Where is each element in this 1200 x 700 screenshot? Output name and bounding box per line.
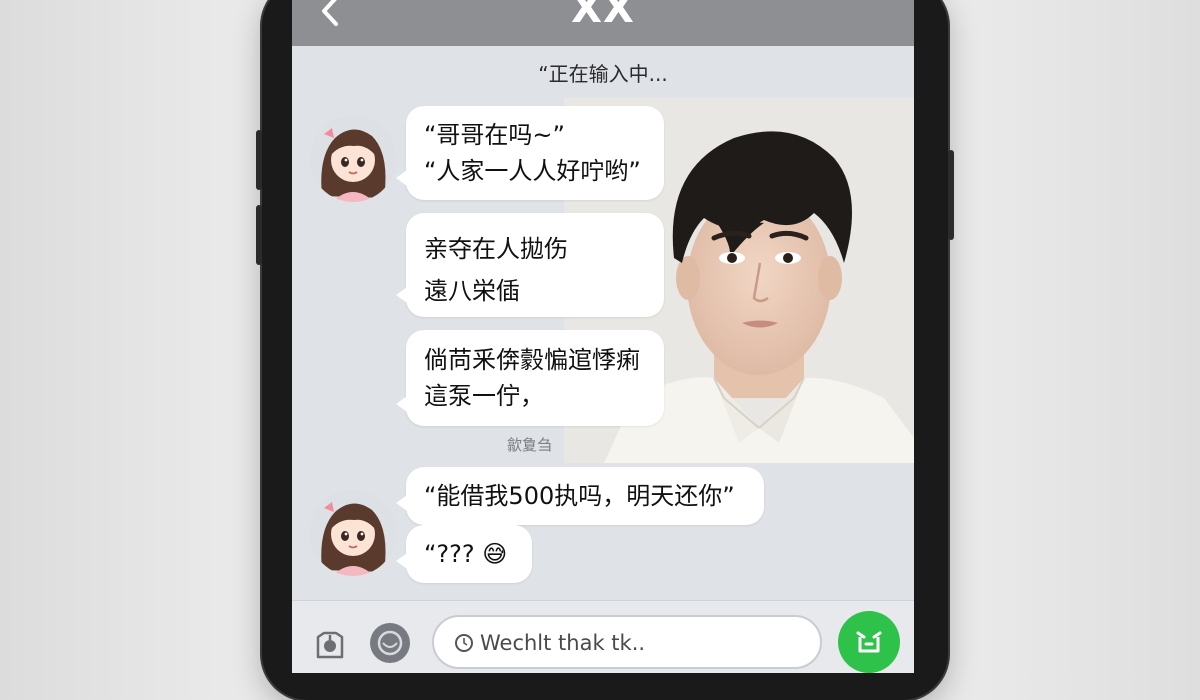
send-icon [856, 631, 882, 653]
anime-girl-avatar-image [310, 490, 396, 576]
message-timestamp: 歙夐刍 [507, 436, 553, 454]
bubble-tail [396, 168, 410, 188]
bubble-tail [396, 493, 410, 513]
phone-side-button [256, 205, 262, 265]
bubble-tail [396, 394, 410, 414]
phone-side-button [256, 130, 262, 190]
message-bubble[interactable]: “能借我500执吗，明天还你” [396, 467, 764, 525]
chat-screen: XX “正在输入中... “哥哥在吗~” “人家一人人好咛哟” 亲夺在人拋伤 遠… [292, 0, 914, 673]
message-bubble[interactable]: 亲夺在人拋伤 遠八栄偛 [396, 213, 664, 317]
message-text: “能借我500执吗，明天还你” [424, 482, 735, 510]
message-text: 亲夺在人拋伤 [424, 235, 568, 263]
message-bubble[interactable]: “??? 😅 [396, 525, 532, 583]
phone-power-button [948, 150, 954, 240]
emoji: 😅 [482, 540, 508, 568]
message-text: “哥哥在吗~” [424, 121, 565, 149]
clock-icon [455, 634, 473, 652]
navigation-bar: XX [292, 0, 914, 46]
contact-avatar[interactable] [310, 116, 396, 202]
sticker-glyph [377, 630, 403, 656]
bubble-tail [396, 551, 410, 571]
bubble-tail [396, 285, 410, 305]
message-input[interactable]: Wechlt thak tk.. [432, 615, 822, 669]
sticker-icon[interactable] [370, 623, 410, 663]
message-bubble[interactable]: 倘苘釆倴豰惼逭悸痢 這泵一佇， [396, 330, 664, 426]
contact-avatar[interactable] [310, 490, 396, 576]
input-bar: Wechlt thak tk.. [292, 600, 914, 673]
typing-status: “正在输入中... [538, 62, 668, 86]
message-bubble[interactable]: “哥哥在吗~” “人家一人人好咛哟” [396, 106, 664, 200]
message-text: 這泵一佇， [424, 382, 544, 410]
message-text: 遠八栄偛 [424, 277, 520, 305]
input-placeholder: Wechlt thak tk.. [480, 631, 646, 655]
message-text: 倘苘釆倴豰惼逭悸痢 [424, 346, 640, 374]
send-button[interactable] [838, 611, 900, 673]
message-text: “人家一人人好咛哟” [424, 157, 641, 185]
anime-girl-avatar-image [310, 116, 396, 202]
chat-title: XX [571, 0, 635, 32]
voice-icon[interactable] [310, 623, 350, 663]
message-text-content: “??? [424, 540, 475, 568]
message-text: “??? 😅 [424, 536, 514, 572]
